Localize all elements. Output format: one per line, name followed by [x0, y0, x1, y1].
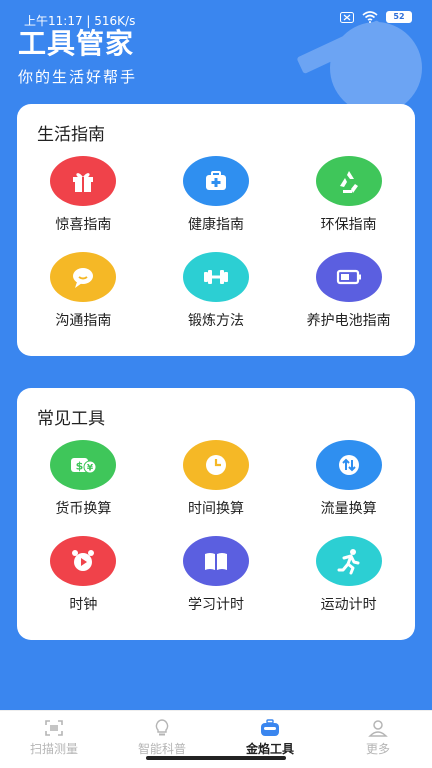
- eco-guide-item[interactable]: 环保指南: [282, 156, 415, 234]
- item-label: 养护电池指南: [306, 313, 391, 329]
- health-guide-item[interactable]: 健康指南: [150, 156, 283, 234]
- life-guide-card: 生活指南 惊喜指南 健康指南 环保指南 沟通指南 锻炼方法 养护电池指南: [17, 104, 415, 356]
- item-label: 流量换算: [320, 501, 377, 517]
- surprise-guide-item[interactable]: 惊喜指南: [17, 156, 150, 234]
- gift-icon: [50, 156, 117, 206]
- tab-label: 更多: [365, 742, 390, 756]
- app-title: 工具管家: [18, 27, 135, 60]
- item-label: 时钟: [69, 597, 98, 613]
- svg-text:$: $: [76, 460, 84, 473]
- clock-icon: [182, 440, 249, 490]
- item-label: 学习计时: [187, 597, 244, 613]
- medical-kit-icon: [182, 156, 249, 206]
- scan-icon: [45, 720, 63, 736]
- dumbbell-icon: [182, 252, 249, 302]
- clock-item[interactable]: 时钟: [17, 536, 150, 614]
- tools-illustration: [297, 20, 422, 108]
- communication-guide-item[interactable]: 沟通指南: [17, 252, 150, 330]
- currency-exchange-icon: $ ¥: [50, 440, 117, 490]
- battery-care-guide-item[interactable]: 养护电池指南: [282, 252, 415, 330]
- data-transfer-icon: [315, 440, 382, 490]
- section-title: 常见工具: [37, 409, 105, 429]
- svg-text:¥: ¥: [87, 464, 94, 474]
- common-tools-card: 常见工具 $ ¥ 货币换算 时间换算 流量换算 时钟 学习计时 运动计时: [17, 388, 415, 640]
- currency-conversion-item[interactable]: $ ¥ 货币换算: [17, 440, 150, 518]
- home-indicator[interactable]: [146, 756, 286, 760]
- chat-bubble-icon: [50, 252, 117, 302]
- section-title: 生活指南: [37, 125, 105, 145]
- time-conversion-item[interactable]: 时间换算: [150, 440, 283, 518]
- tab-label: 智能科普: [137, 742, 186, 756]
- item-label: 运动计时: [320, 597, 377, 613]
- lightbulb-icon: [155, 719, 169, 736]
- tab-more[interactable]: 更多: [324, 711, 432, 768]
- running-icon: [315, 536, 382, 586]
- recycle-icon: [315, 156, 382, 206]
- item-label: 货币换算: [55, 501, 112, 517]
- item-label: 沟通指南: [55, 313, 112, 329]
- item-label: 时间换算: [187, 501, 244, 517]
- tab-label: 金焰工具: [245, 742, 294, 756]
- item-label: 惊喜指南: [55, 217, 112, 233]
- toolbox-icon: [261, 719, 279, 736]
- book-icon: [182, 536, 249, 586]
- study-timer-item[interactable]: 学习计时: [150, 536, 283, 614]
- app-subtitle: 你的生活好帮手: [18, 68, 138, 86]
- battery-icon: [315, 252, 382, 302]
- data-conversion-item[interactable]: 流量换算: [282, 440, 415, 518]
- sports-timer-item[interactable]: 运动计时: [282, 536, 415, 614]
- item-label: 健康指南: [187, 217, 244, 233]
- item-label: 锻炼方法: [187, 313, 244, 329]
- alarm-clock-icon: [50, 536, 117, 586]
- user-icon: [368, 720, 388, 737]
- tab-scan-measure[interactable]: 扫描测量: [0, 711, 108, 768]
- exercise-method-item[interactable]: 锻炼方法: [150, 252, 283, 330]
- item-label: 环保指南: [320, 217, 377, 233]
- tab-label: 扫描测量: [29, 742, 78, 756]
